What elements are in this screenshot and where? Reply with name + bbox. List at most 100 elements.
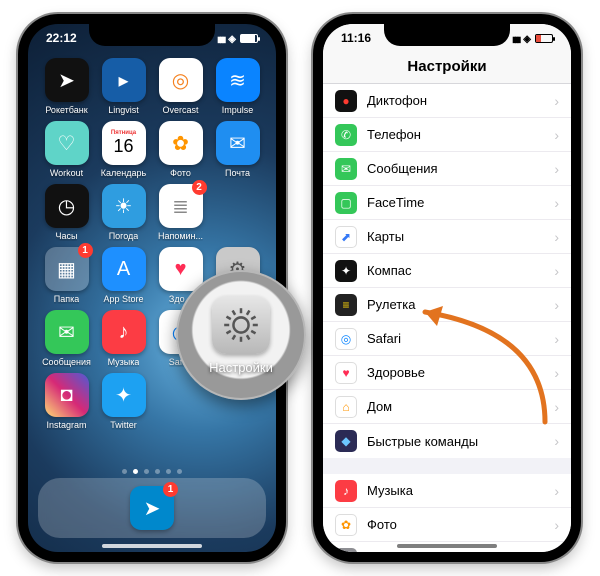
row-icon: ✦ <box>335 260 357 282</box>
chevron-right-icon: › <box>554 399 559 415</box>
app-Напомин...[interactable]: ≣2Напомин... <box>154 184 207 241</box>
app-icon[interactable]: ≣2 <box>159 184 203 228</box>
app-icon[interactable]: ♥ <box>159 247 203 291</box>
row-icon: ♥ <box>335 362 357 384</box>
clock: 11:16 <box>341 31 371 45</box>
app-icon[interactable]: ▦1 <box>45 247 89 291</box>
settings-row-Карты[interactable]: ⬈Карты› <box>323 220 571 254</box>
chevron-right-icon: › <box>554 195 559 211</box>
app-icon[interactable]: ◷ <box>45 184 89 228</box>
app-Twitter[interactable]: ✦ Twitter <box>97 373 150 430</box>
app-label: Фото <box>170 168 191 178</box>
row-icon: ● <box>335 90 357 112</box>
app-icon[interactable]: ≋ <box>216 58 260 102</box>
app-Почта[interactable]: ✉ Почта <box>211 121 264 178</box>
app-label: Twitter <box>110 420 137 430</box>
chevron-right-icon: › <box>554 297 559 313</box>
app-Фото[interactable]: ✿ Фото <box>154 121 207 178</box>
chevron-right-icon: › <box>554 93 559 109</box>
app-label: App Store <box>103 294 143 304</box>
row-icon: ▢ <box>335 192 357 214</box>
settings-row-Дом[interactable]: ⌂Дом› <box>323 390 571 424</box>
app-icon[interactable] <box>216 184 260 228</box>
app-label: Рокетбанк <box>45 105 87 115</box>
row-label: Карты <box>367 229 554 244</box>
app-label: Папка <box>54 294 80 304</box>
row-icon: ◉ <box>335 548 357 553</box>
app-Музыка[interactable]: ♪Музыка <box>97 310 150 367</box>
settings-row-Фото[interactable]: ✿Фото› <box>323 508 571 542</box>
signal-icon <box>217 31 224 45</box>
settings-row-Диктофон[interactable]: ●Диктофон› <box>323 84 571 118</box>
page-dots[interactable] <box>28 469 276 474</box>
settings-row-Safari[interactable]: ◎Safari› <box>323 322 571 356</box>
row-icon: ≡ <box>335 294 357 316</box>
row-label: Safari <box>367 331 554 346</box>
settings-row-FaceTime[interactable]: ▢FaceTime› <box>323 186 571 220</box>
row-label: Сообщения <box>367 161 554 176</box>
clock: 22:12 <box>46 31 77 45</box>
app-Lingvist[interactable]: ▸ Lingvist <box>97 58 150 115</box>
app-label: Workout <box>50 168 83 178</box>
row-icon: ✆ <box>335 124 357 146</box>
app-Impulse[interactable]: ≋ Impulse <box>211 58 264 115</box>
app-icon[interactable]: ☀ <box>102 184 146 228</box>
app-Overcast[interactable]: ◎Overcast <box>154 58 207 115</box>
app-Instagram[interactable]: ◘Instagram <box>40 373 93 430</box>
settings-row-Телефон[interactable]: ✆Телефон› <box>323 118 571 152</box>
settings-row-Здоровье[interactable]: ♥Здоровье› <box>323 356 571 390</box>
app-Часы[interactable]: ◷Часы <box>40 184 93 241</box>
settings-row-Быстрые команды[interactable]: ◆Быстрые команды› <box>323 424 571 458</box>
home-indicator[interactable] <box>102 544 202 548</box>
row-icon: ♪ <box>335 480 357 502</box>
row-icon: ⬈ <box>335 226 357 248</box>
app-Сообщения[interactable]: ✉Сообщения <box>40 310 93 367</box>
app-label: Impulse <box>222 105 254 115</box>
settings-row-Компас[interactable]: ✦Компас› <box>323 254 571 288</box>
dock: ➤1 <box>38 478 266 538</box>
row-label: Телефон <box>367 127 554 142</box>
app-icon[interactable]: ♪ <box>102 310 146 354</box>
badge: 1 <box>78 243 93 258</box>
app-label: Почта <box>225 168 250 178</box>
app-icon[interactable]: ▸ <box>102 58 146 102</box>
row-label: Быстрые команды <box>367 434 554 449</box>
row-label: Рулетка <box>367 297 554 312</box>
settings-icon[interactable] <box>212 296 270 354</box>
app-slot[interactable] <box>211 184 264 241</box>
row-label: Компас <box>367 263 554 278</box>
app-icon[interactable]: Пятница16 <box>102 121 146 165</box>
app-Workout[interactable]: ♡ Workout <box>40 121 93 178</box>
app-icon[interactable]: ✦ <box>102 373 146 417</box>
app-icon[interactable]: ◎ <box>159 58 203 102</box>
battery-icon <box>535 34 553 43</box>
battery-icon <box>240 34 258 43</box>
chevron-right-icon: › <box>554 483 559 499</box>
app-icon[interactable]: ➤ <box>45 58 89 102</box>
app-Рокетбанк[interactable]: ➤ Рокетбанк <box>40 58 93 115</box>
app-icon[interactable]: ✉ <box>216 121 260 165</box>
app-Погода[interactable]: ☀ Погода <box>97 184 150 241</box>
settings-list[interactable]: ●Диктофон› ✆ Телефон › ✉Сообщения›▢FaceTime›… <box>323 84 571 552</box>
app-App Store[interactable]: A App Store <box>97 247 150 304</box>
app-icon[interactable]: A <box>102 247 146 291</box>
row-label: Музыка <box>367 483 554 498</box>
settings-row-Сообщения[interactable]: ✉Сообщения› <box>323 152 571 186</box>
app-label: Погода <box>109 231 139 241</box>
app-Папка[interactable]: ▦1 Папка <box>40 247 93 304</box>
app-icon[interactable]: ♡ <box>45 121 89 165</box>
home-indicator[interactable] <box>397 544 497 548</box>
chevron-right-icon: › <box>554 365 559 381</box>
app-label: Lingvist <box>108 105 139 115</box>
app-icon[interactable]: ✉ <box>45 310 89 354</box>
chevron-right-icon: › <box>554 331 559 347</box>
app-icon[interactable]: ◘ <box>45 373 89 417</box>
app-Календарь[interactable]: Пятница16Календарь <box>97 121 150 178</box>
app-icon[interactable]: ✿ <box>159 121 203 165</box>
settings-row-Рулетка[interactable]: ≡ Рулетка› <box>323 288 571 322</box>
dock-app-Telegram[interactable]: ➤1 <box>130 486 174 530</box>
settings-label: Настройки <box>209 360 273 375</box>
row-icon: ◆ <box>335 430 357 452</box>
settings-row-Музыка[interactable]: ♪ Музыка› <box>323 474 571 508</box>
status-bar: 22:12 <box>28 28 276 48</box>
